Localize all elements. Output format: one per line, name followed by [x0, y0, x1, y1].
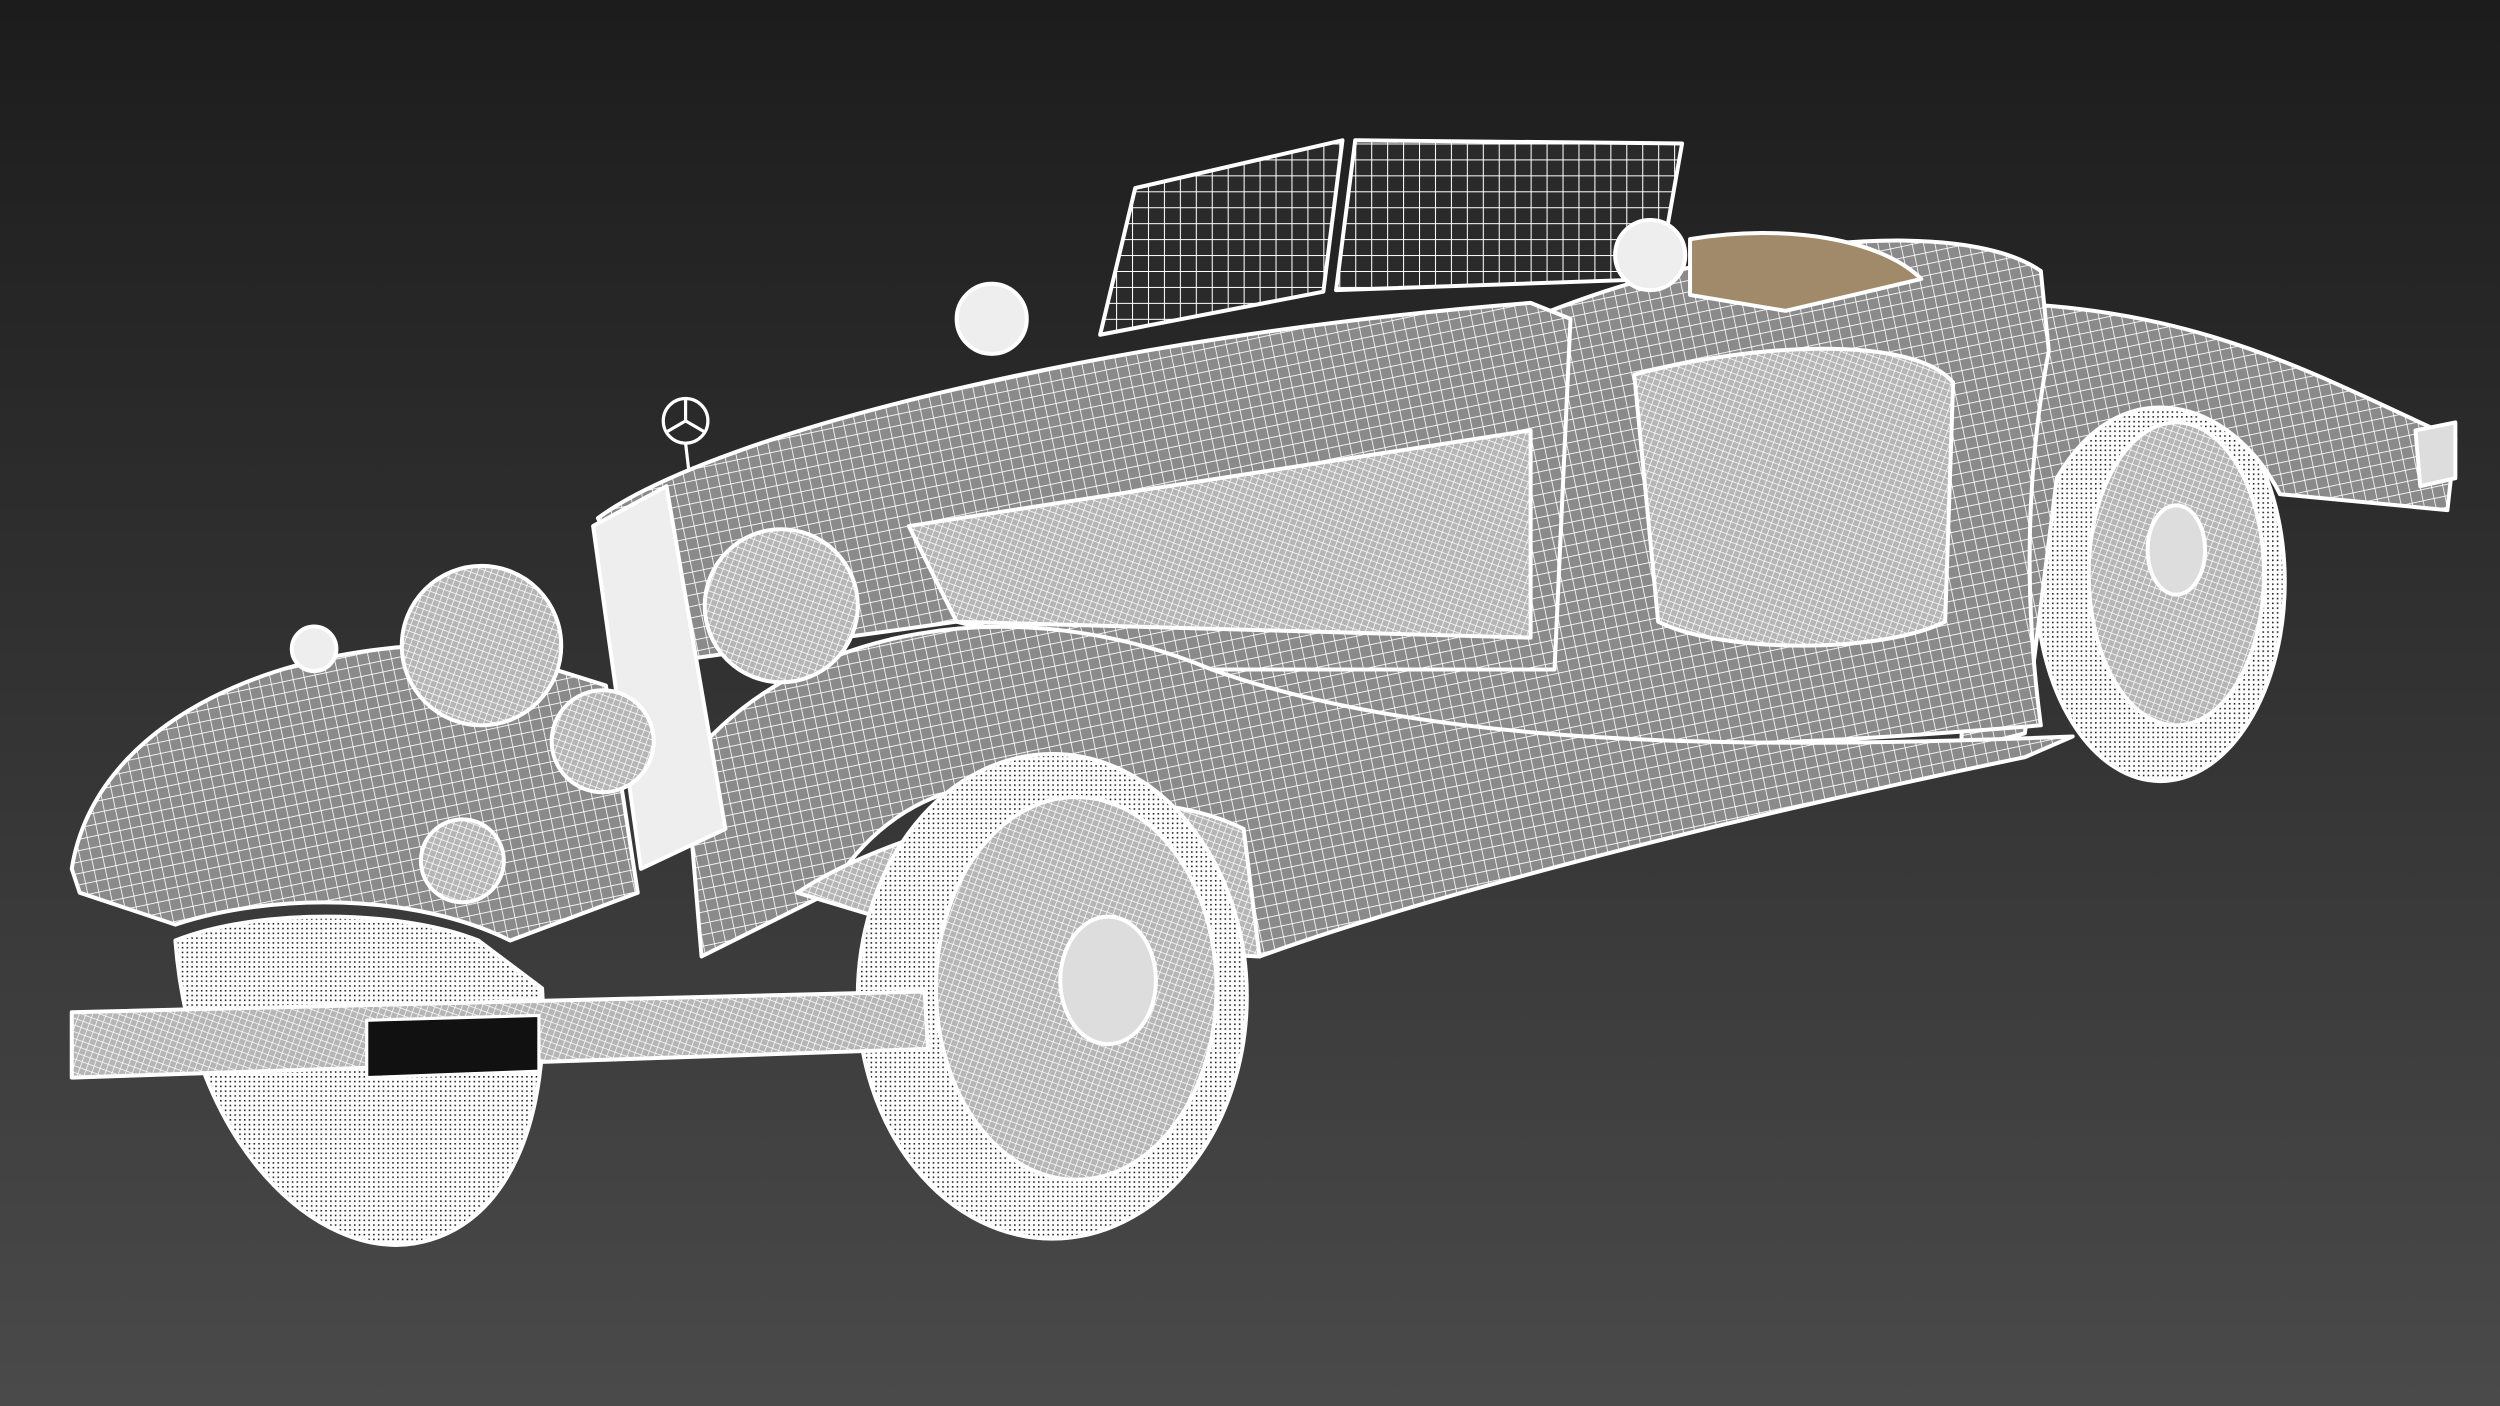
- horn: [418, 817, 506, 905]
- wireframe-viewport[interactable]: [0, 0, 2500, 1406]
- fog-light: [549, 688, 656, 795]
- license-plate: [365, 1013, 541, 1080]
- spotlight-right: [1613, 217, 1688, 293]
- headlight-left: [399, 563, 564, 728]
- rear-bumper: [2413, 420, 2458, 489]
- door-window-recess: [1632, 346, 1956, 648]
- side-marker-light: [289, 624, 339, 674]
- headlight-right: [702, 527, 860, 685]
- spotlight-left: [954, 281, 1029, 356]
